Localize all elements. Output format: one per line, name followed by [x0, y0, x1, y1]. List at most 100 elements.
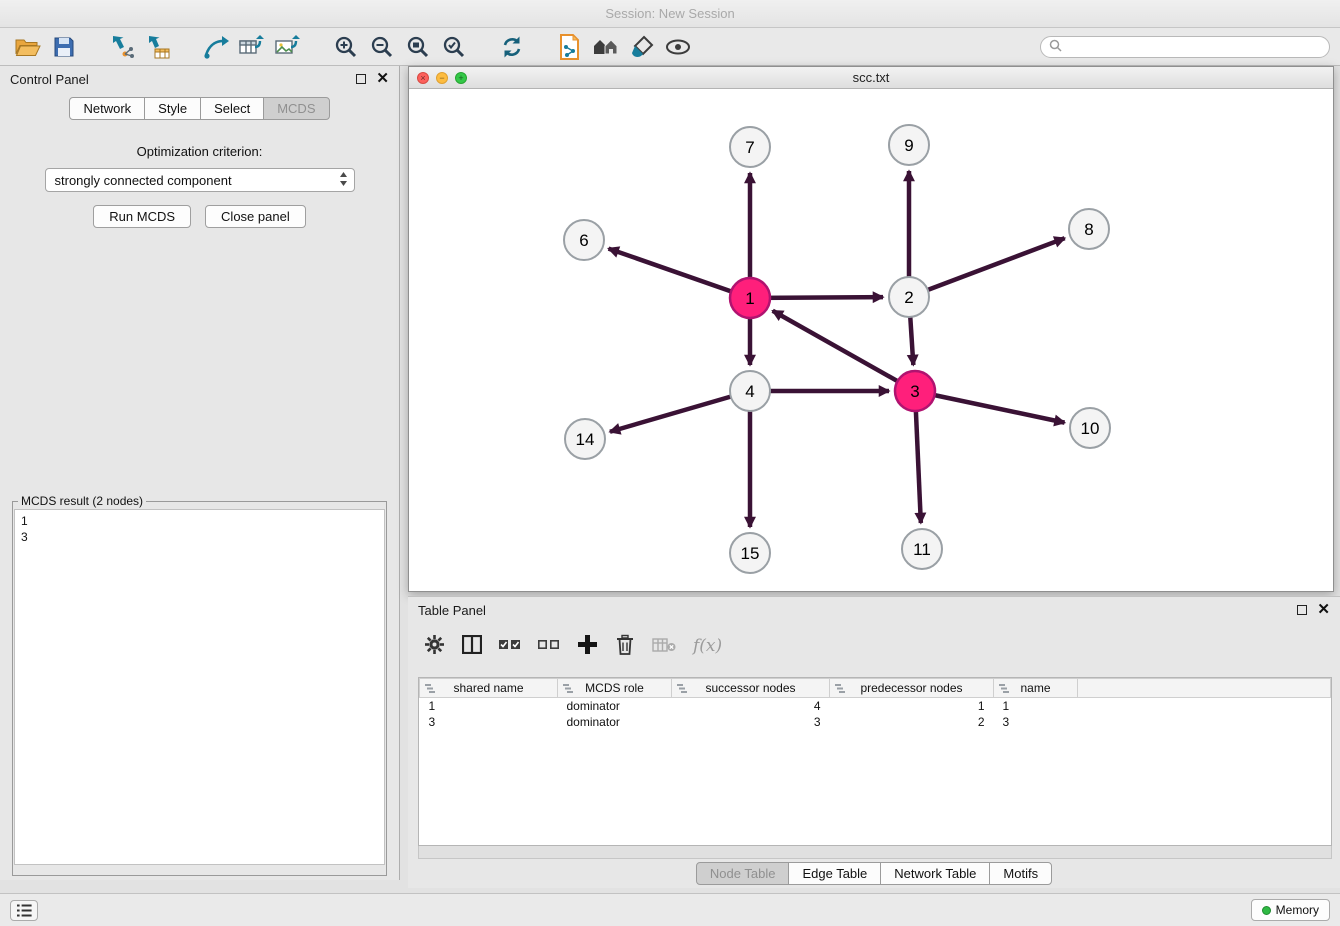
split-columns-icon[interactable] [462, 635, 482, 657]
node-9[interactable]: 9 [889, 125, 929, 165]
close-window-icon[interactable]: × [417, 72, 429, 84]
table-scrollbar[interactable] [418, 846, 1332, 859]
deselect-all-columns-icon[interactable] [538, 637, 560, 655]
gear-icon[interactable] [424, 634, 445, 658]
maximize-window-icon[interactable]: + [455, 72, 467, 84]
node-15[interactable]: 15 [730, 533, 770, 573]
float-window-icon[interactable] [1297, 605, 1307, 615]
close-panel-button[interactable]: Close panel [205, 205, 306, 228]
table-cell[interactable]: 3 [420, 714, 558, 730]
search-input[interactable] [1067, 40, 1321, 54]
node-6[interactable]: 6 [564, 220, 604, 260]
edge-1-6[interactable] [609, 249, 750, 298]
houses-icon[interactable] [588, 31, 624, 63]
table-cell[interactable]: 1 [420, 698, 558, 714]
import-table-icon[interactable] [140, 31, 176, 63]
function-builder-icon[interactable]: f(x) [693, 636, 722, 656]
add-column-icon[interactable] [577, 634, 598, 658]
table-panel-header: Table Panel ✕ [408, 597, 1340, 623]
tab-network[interactable]: Network [69, 97, 145, 120]
zoom-fit-icon[interactable] [400, 31, 436, 63]
table-cell[interactable]: 2 [830, 714, 994, 730]
task-history-button[interactable] [10, 900, 38, 921]
node-4[interactable]: 4 [730, 371, 770, 411]
svg-text:2: 2 [904, 288, 913, 307]
node-11[interactable]: 11 [902, 529, 942, 569]
table-cell[interactable]: 1 [830, 698, 994, 714]
close-icon[interactable]: ✕ [376, 74, 389, 84]
table-header-row: shared nameMCDS rolesuccessor nodesprede… [420, 679, 1331, 698]
edge-3-10[interactable] [915, 391, 1065, 423]
svg-text:15: 15 [741, 544, 760, 563]
run-mcds-button[interactable]: Run MCDS [93, 205, 191, 228]
tab-mcds[interactable]: MCDS [263, 97, 329, 120]
node-1[interactable]: 1 [730, 278, 770, 318]
float-window-icon[interactable] [356, 74, 366, 84]
column-sort-icon [563, 683, 573, 697]
zoom-selected-icon[interactable] [436, 31, 472, 63]
table-tabs: Node TableEdge TableNetwork TableMotifs [408, 862, 1340, 885]
svg-text:10: 10 [1081, 419, 1100, 438]
search-field[interactable] [1040, 36, 1330, 58]
window-title-bar: Session: New Session [0, 0, 1340, 28]
column-header[interactable]: shared name [420, 679, 558, 698]
criterion-dropdown[interactable]: strongly connected component [45, 168, 355, 192]
zoom-out-icon[interactable] [364, 31, 400, 63]
column-header[interactable]: successor nodes [672, 679, 830, 698]
close-icon[interactable]: ✕ [1317, 605, 1330, 615]
zoom-in-icon[interactable] [328, 31, 364, 63]
network-graph[interactable]: 7 9 6 8 1 2 4 3 14 10 15 11 [409, 89, 1333, 591]
table-export-icon[interactable] [234, 31, 270, 63]
select-all-columns-icon[interactable] [499, 637, 521, 655]
node-7[interactable]: 7 [730, 127, 770, 167]
table-row[interactable]: 1dominator411 [420, 698, 1331, 714]
mcds-result-title: MCDS result (2 nodes) [18, 494, 146, 508]
table-cell[interactable]: dominator [558, 698, 672, 714]
status-bar: Memory [0, 893, 1340, 926]
style-brush-icon[interactable] [624, 31, 660, 63]
mcds-result-text[interactable]: 1 3 [14, 509, 385, 865]
svg-text:7: 7 [745, 138, 754, 157]
minimize-window-icon[interactable]: − [436, 72, 448, 84]
network-arrows-icon[interactable] [198, 31, 234, 63]
table-cell[interactable]: dominator [558, 714, 672, 730]
delete-table-icon[interactable] [652, 637, 676, 656]
refresh-icon[interactable] [494, 31, 530, 63]
column-header[interactable]: predecessor nodes [830, 679, 994, 698]
network-window-titlebar[interactable]: × − + scc.txt [409, 67, 1333, 89]
table-row[interactable]: 3dominator323 [420, 714, 1331, 730]
table-cell[interactable]: 4 [672, 698, 830, 714]
node-14[interactable]: 14 [565, 419, 605, 459]
tab-network-table[interactable]: Network Table [880, 862, 990, 885]
delete-column-icon[interactable] [615, 634, 635, 658]
table-cell[interactable]: 1 [994, 698, 1078, 714]
node-table: shared nameMCDS rolesuccessor nodesprede… [418, 677, 1332, 846]
column-header[interactable]: MCDS role [558, 679, 672, 698]
node-3[interactable]: 3 [895, 371, 935, 411]
node-10[interactable]: 10 [1070, 408, 1110, 448]
import-network-icon[interactable] [104, 31, 140, 63]
edge-4-14[interactable] [610, 391, 750, 432]
tab-edge-table[interactable]: Edge Table [788, 862, 881, 885]
tab-select[interactable]: Select [200, 97, 264, 120]
table-cell[interactable]: 3 [672, 714, 830, 730]
column-sort-icon [425, 683, 435, 697]
edge-3-1[interactable] [773, 311, 915, 391]
document-network-icon[interactable] [552, 31, 588, 63]
mcds-result-group: MCDS result (2 nodes) 1 3 [12, 494, 387, 876]
tab-node-table[interactable]: Node Table [696, 862, 790, 885]
edge-2-8[interactable] [909, 238, 1065, 297]
eye-icon[interactable] [660, 31, 696, 63]
folder-open-icon[interactable] [10, 31, 46, 63]
tab-motifs[interactable]: Motifs [989, 862, 1052, 885]
network-canvas[interactable]: 7 9 6 8 1 2 4 3 14 10 15 11 [409, 89, 1333, 591]
save-disk-icon[interactable] [46, 31, 82, 63]
memory-button[interactable]: Memory [1251, 899, 1330, 921]
tab-style[interactable]: Style [144, 97, 201, 120]
node-2[interactable]: 2 [889, 277, 929, 317]
image-export-icon[interactable] [270, 31, 306, 63]
column-header[interactable]: name [994, 679, 1078, 698]
svg-text:1: 1 [745, 289, 754, 308]
table-cell[interactable]: 3 [994, 714, 1078, 730]
node-8[interactable]: 8 [1069, 209, 1109, 249]
